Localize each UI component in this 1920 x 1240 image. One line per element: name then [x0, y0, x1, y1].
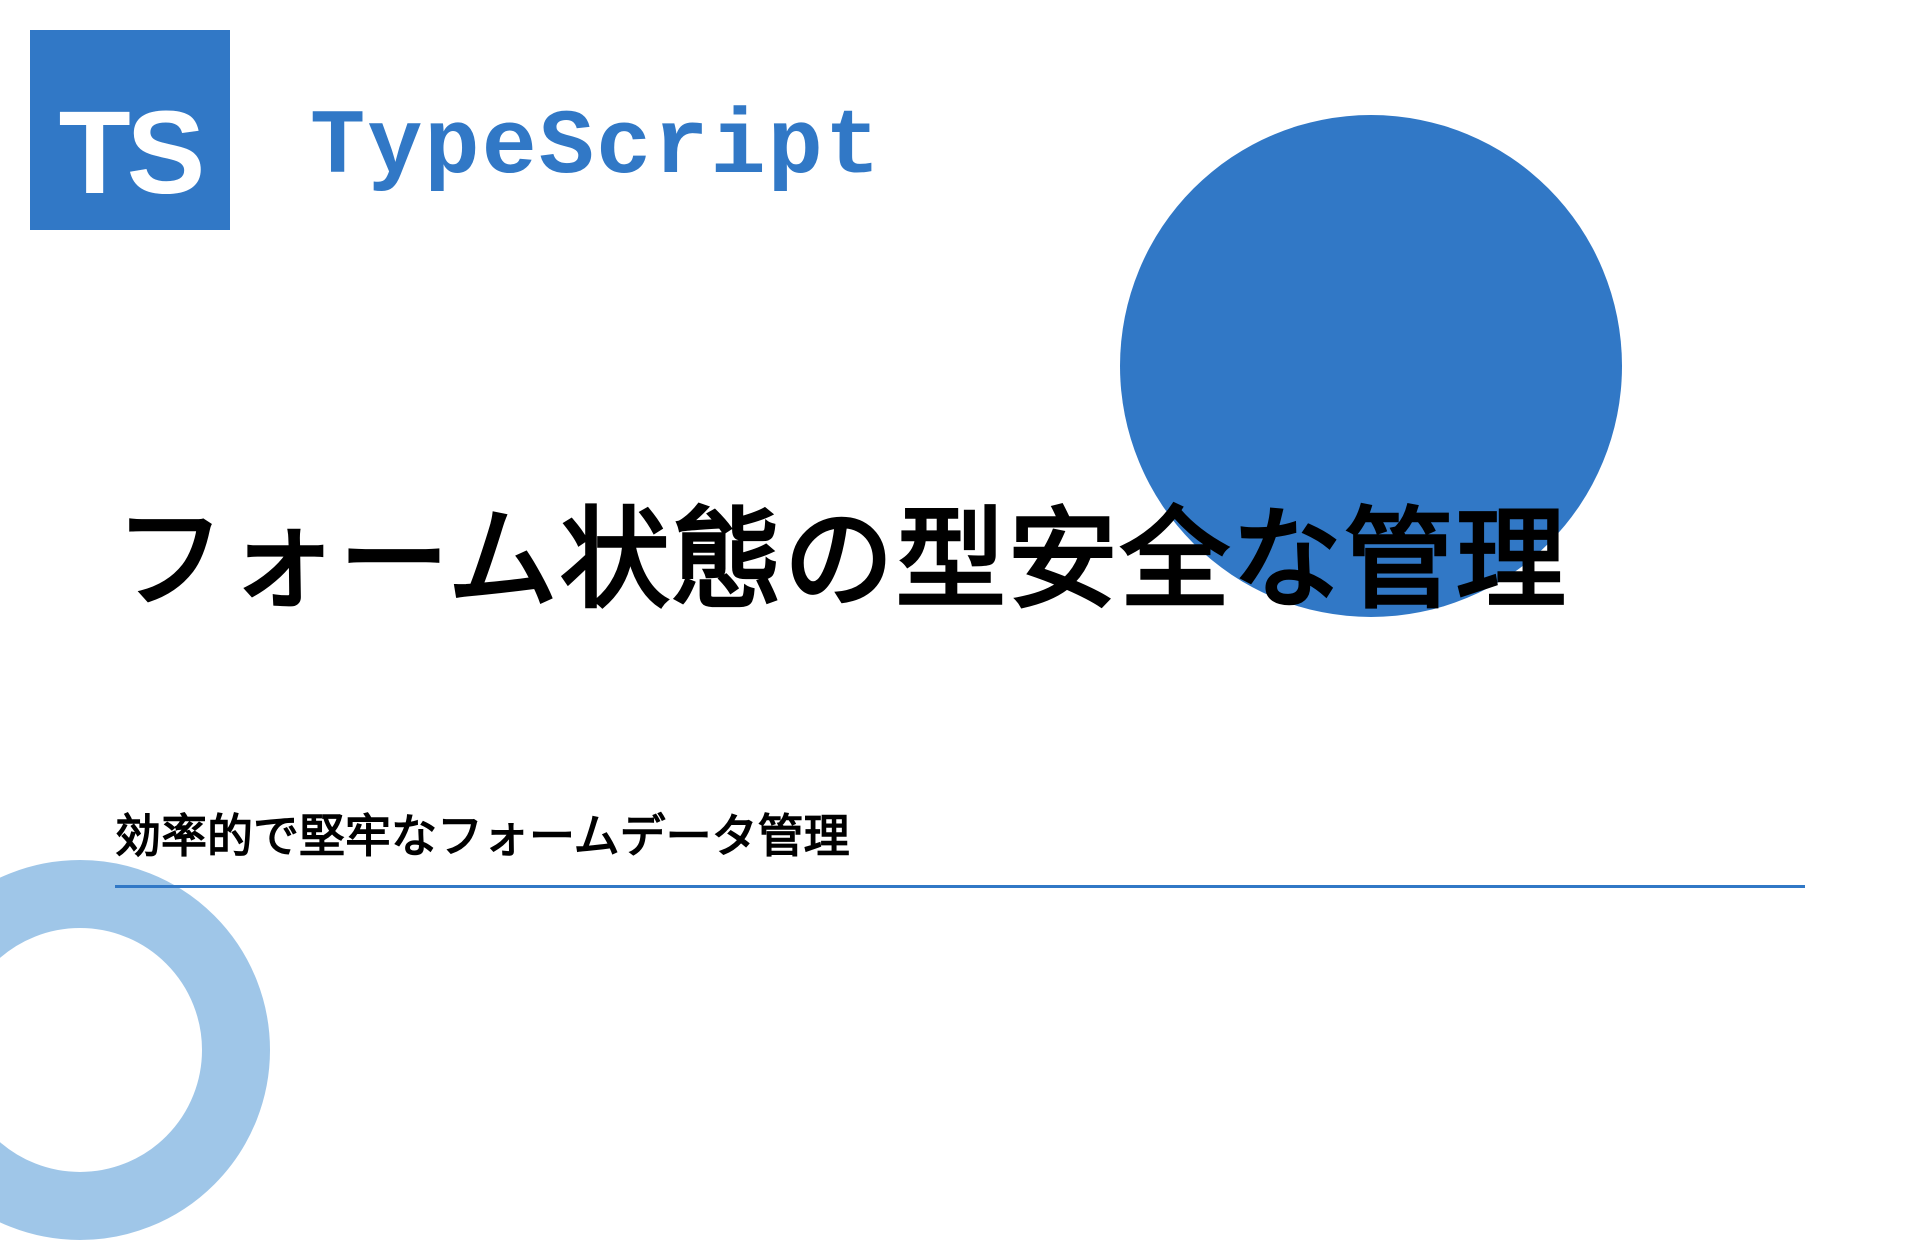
- divider-line: [115, 885, 1805, 888]
- typescript-logo-icon: TS: [30, 30, 230, 230]
- slide-container: TS TypeScript フォーム状態の型安全な管理 効率的で堅牢なフォームデ…: [0, 0, 1920, 1080]
- subtitle: 効率的で堅牢なフォームデータ管理: [115, 800, 850, 866]
- logo-text: TS: [59, 94, 202, 212]
- main-title: フォーム状態の型安全な管理: [115, 470, 1568, 630]
- decorative-circle-ring: [0, 860, 270, 1240]
- typescript-label: TypeScript: [310, 95, 882, 200]
